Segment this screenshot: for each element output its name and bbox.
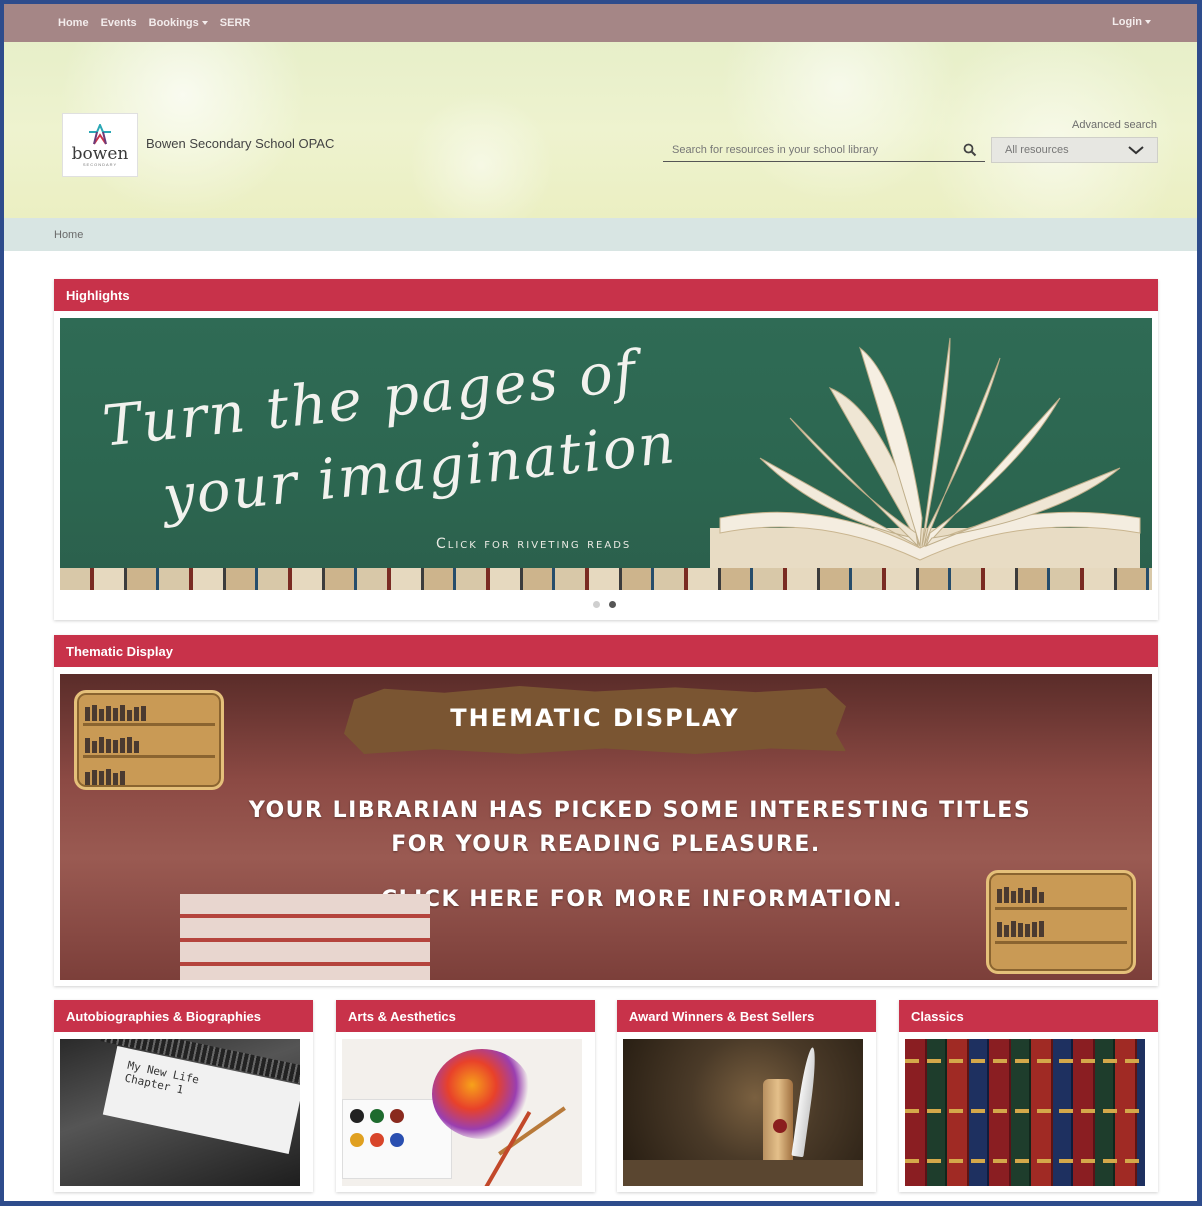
carousel-dot-1[interactable] bbox=[593, 601, 600, 608]
nav-bookings[interactable]: Bookings bbox=[149, 17, 208, 29]
category-card[interactable]: Award Winners & Best Sellers bbox=[617, 1000, 876, 1192]
carousel-indicators bbox=[593, 601, 616, 608]
thematic-header: Thematic Display bbox=[54, 635, 1158, 667]
logo-wordmark: bowen bbox=[71, 143, 129, 164]
book-spines-strip bbox=[60, 568, 1152, 590]
banner-cta: Click for riveting reads bbox=[436, 536, 632, 552]
top-nav: Home Events Bookings SERR Login bbox=[4, 4, 1197, 42]
nav-home[interactable]: Home bbox=[58, 17, 89, 29]
quill-scroll-image bbox=[623, 1039, 863, 1186]
search-input[interactable] bbox=[663, 138, 953, 161]
resource-type-select[interactable]: All resources bbox=[991, 137, 1158, 163]
nav-serr[interactable]: SERR bbox=[220, 17, 251, 29]
advanced-search-link[interactable]: Advanced search bbox=[1072, 119, 1157, 131]
site-header: bowen SECONDARY Bowen Secondary School O… bbox=[4, 42, 1197, 218]
school-logo[interactable]: bowen SECONDARY bbox=[62, 113, 138, 177]
category-title: Classics bbox=[899, 1000, 1158, 1032]
thematic-banner[interactable]: THEMATIC DISPLAY YOUR LIBRARIAN HAS PICK… bbox=[60, 674, 1152, 980]
resource-type-value: All resources bbox=[1005, 144, 1069, 156]
caret-down-icon bbox=[201, 21, 208, 25]
site-name[interactable]: Bowen Secondary School OPAC bbox=[146, 136, 334, 151]
category-title: Arts & Aesthetics bbox=[336, 1000, 595, 1032]
category-card[interactable]: Classics bbox=[899, 1000, 1158, 1192]
category-title: Autobiographies & Biographies bbox=[54, 1000, 313, 1032]
typewriter-image: My New Life Chapter 1 bbox=[60, 1039, 300, 1186]
highlights-header: Highlights bbox=[54, 279, 1158, 311]
carousel-dot-2[interactable] bbox=[609, 601, 616, 608]
logo-subtitle: SECONDARY bbox=[82, 161, 118, 167]
paint-palette-image bbox=[342, 1039, 582, 1186]
search-icon[interactable] bbox=[963, 143, 977, 157]
page-frame: Home Events Bookings SERR Login bowen SE… bbox=[4, 4, 1197, 1201]
open-book-image bbox=[710, 337, 1141, 568]
nav-bookings-label: Bookings bbox=[148, 17, 199, 29]
nav-events[interactable]: Events bbox=[101, 17, 137, 29]
thematic-banner-title: THEMATIC DISPLAY bbox=[450, 704, 740, 732]
star-logo-icon bbox=[89, 123, 111, 145]
caret-down-icon bbox=[1145, 20, 1151, 24]
thematic-panel: Thematic Display THEMATIC DISPLAY YOUR L… bbox=[54, 635, 1158, 986]
thematic-line-2: FOR YOUR READING PLEASURE. bbox=[391, 832, 821, 857]
bookshelf-speech-bubble-right bbox=[986, 870, 1136, 974]
breadcrumb: Home bbox=[4, 218, 1197, 251]
login-label: Login bbox=[1112, 16, 1142, 28]
highlights-panel: Highlights Turn the pages of your imagin… bbox=[54, 279, 1158, 620]
category-card[interactable]: Arts & Aesthetics bbox=[336, 1000, 595, 1192]
breadcrumb-home[interactable]: Home bbox=[54, 229, 83, 241]
login-menu[interactable]: Login bbox=[1112, 16, 1151, 28]
category-card[interactable]: Autobiographies & Biographies My New Lif… bbox=[54, 1000, 313, 1192]
highlights-banner[interactable]: Turn the pages of your imagination Click… bbox=[60, 318, 1152, 590]
chevron-down-icon bbox=[1128, 146, 1144, 155]
bookshelf-speech-bubble-left bbox=[74, 690, 224, 790]
search-bar bbox=[663, 138, 985, 162]
book-stack-image bbox=[180, 894, 430, 980]
category-title: Award Winners & Best Sellers bbox=[617, 1000, 876, 1032]
classic-books-image bbox=[905, 1039, 1145, 1186]
thematic-line-1: YOUR LIBRARIAN HAS PICKED SOME INTERESTI… bbox=[248, 798, 1032, 823]
